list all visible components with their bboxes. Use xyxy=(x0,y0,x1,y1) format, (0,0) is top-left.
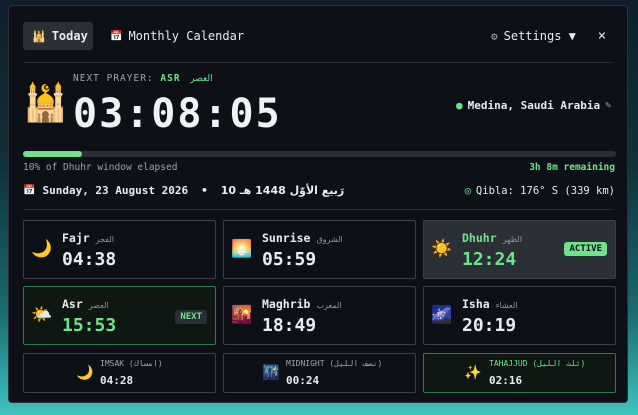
mosque-icon: 🕌 xyxy=(23,83,68,124)
moon-icon: 🌙 xyxy=(31,239,53,259)
edit-pencil-icon[interactable]: ✎ xyxy=(605,100,611,111)
calendar-icon: 📅 xyxy=(23,185,36,196)
sun-cloud-icon: 🌤️ xyxy=(31,305,53,325)
date-row: 📅 Sunday, 23 August 2026 • 10 رَبيع الأو… xyxy=(23,184,344,197)
tahajjud-card: ✨ TAHAJJUD (ثلث الليل) 02:16 xyxy=(423,353,616,393)
qibla-info: ◎ Qibla: 176° S (339 km) xyxy=(464,185,615,197)
prayer-card-sunrise: 🌅 Sunrise الشروق 05:59 xyxy=(223,220,416,279)
mosque-icon: 🕌 xyxy=(32,29,46,43)
close-icon: × xyxy=(597,28,607,44)
night-sky-icon: 🌌 xyxy=(431,305,453,325)
progress-track xyxy=(23,151,616,157)
separator-dot: • xyxy=(201,184,208,197)
settings-dropdown[interactable]: ⚙ Settings ▼ xyxy=(482,22,585,50)
compass-icon: ◎ xyxy=(464,185,471,197)
status-badge: ACTIVE xyxy=(564,242,607,256)
prayer-card-isha: 🌌 Isha العشاء 20:19 xyxy=(423,286,616,345)
tab-monthly-calendar[interactable]: 📅 Monthly Calendar xyxy=(101,22,253,50)
crescent-icon: 🌙 xyxy=(76,365,94,381)
prayer-times-window: 🕌 Today 📅 Monthly Calendar ⚙ Settings ▼ … xyxy=(8,5,628,403)
prayer-card-maghrib: 🌇 Maghrib المغرب 18:49 xyxy=(223,286,416,345)
gregorian-date: Sunday, 23 August 2026 xyxy=(42,184,189,197)
divider xyxy=(23,209,613,210)
tab-today[interactable]: 🕌 Today xyxy=(23,22,93,50)
location: ● Medina, Saudi Arabia ✎ xyxy=(456,99,612,112)
gear-icon: ⚙ xyxy=(491,29,498,43)
divider xyxy=(23,62,613,63)
progress-fill xyxy=(23,151,83,157)
progress-remaining-text: 3h 8m remaining xyxy=(529,162,615,173)
countdown-timer: 03:08:05 xyxy=(73,91,282,137)
calendar-icon: 📅 xyxy=(110,30,123,42)
prayer-card-dhuhr: ☀️ Dhuhr الظهر 12:24 ACTIVE xyxy=(423,220,616,279)
sunrise-icon: 🌅 xyxy=(231,239,253,259)
sparkles-icon: ✨ xyxy=(464,365,482,381)
hijri-date: 10 رَبيع الأوّل 1448 هـ xyxy=(220,184,345,197)
night-city-icon: 🌃 xyxy=(262,365,280,381)
sunset-icon: 🌇 xyxy=(231,305,253,325)
status-badge: NEXT xyxy=(175,310,207,324)
next-prayer-label: NEXT PRAYER: ASR العصر xyxy=(73,73,213,84)
progress-elapsed-text: 10% of Dhuhr window elapsed xyxy=(23,162,178,173)
prayer-card-asr: 🌤️ Asr العصر 15:53 NEXT xyxy=(23,286,216,345)
prayer-card-fajr: 🌙 Fajr الفجر 04:38 xyxy=(23,220,216,279)
midnight-card: 🌃 MIDNIGHT (نصف الليل) 00:24 xyxy=(223,353,416,393)
close-button[interactable]: × xyxy=(591,22,613,50)
sun-icon: ☀️ xyxy=(431,239,453,259)
imsak-card: 🌙 IMSAK (امساك) 04:28 xyxy=(23,353,216,393)
location-pin-icon: ● xyxy=(456,99,463,112)
